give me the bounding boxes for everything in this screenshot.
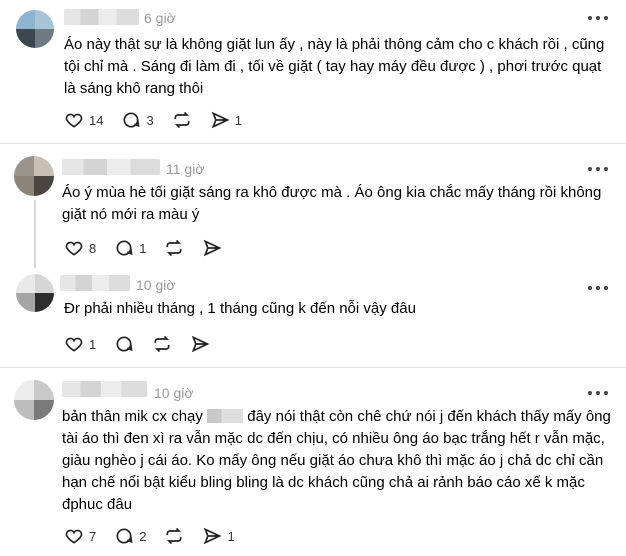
timestamp: 6 giờ [144,10,176,26]
share-count: 1 [234,112,242,128]
action-bar: 14 3 1 [64,108,260,132]
comment-text: Áo ý mùa hè tối giặt sáng ra khô được mà… [62,184,602,223]
send-icon [211,111,230,129]
timestamp: 10 giờ [154,385,194,401]
share-button[interactable] [202,238,222,258]
more-options-icon[interactable] [588,280,608,296]
send-icon [204,239,222,257]
repost-icon [166,239,182,257]
share-count: 1 [227,528,235,544]
thread-line [34,200,36,268]
like-count: 8 [89,240,97,256]
like-button[interactable]: 7 [64,526,96,546]
comment-text: Đr phải nhiều tháng , 1 tháng cũng k đến… [64,300,416,317]
repost-button[interactable] [152,334,172,354]
heart-icon [65,113,83,128]
repost-icon [166,527,182,545]
more-options-icon[interactable] [588,385,608,401]
repost-icon [174,111,190,129]
repost-button[interactable] [164,238,184,258]
heart-icon [65,241,83,256]
action-bar: 1 [64,332,228,356]
heart-icon [65,529,83,544]
reply-count: 2 [139,528,147,544]
heart-icon [65,337,83,352]
repost-button[interactable] [172,110,192,130]
like-count: 1 [89,336,97,352]
comment-icon [116,240,133,256]
action-bar: 7 2 1 [64,524,253,548]
send-icon [204,527,222,545]
avatar[interactable] [14,156,54,196]
avatar[interactable] [16,10,54,48]
username-blurred[interactable] [62,381,147,397]
repost-icon [154,335,170,353]
username-blurred[interactable] [60,275,130,291]
comment-icon [123,112,140,128]
like-button[interactable]: 1 [64,334,96,354]
share-button[interactable] [190,334,210,354]
like-button[interactable]: 8 [64,238,96,258]
more-options-icon[interactable] [588,161,608,177]
reply-button[interactable]: 3 [121,110,154,130]
avatar[interactable] [14,380,54,420]
comment-3: 10 giờ Đr phải nhiều tháng , 1 tháng cũn… [0,266,626,366]
avatar[interactable] [16,274,54,312]
divider [0,143,626,144]
comment-4: 10 giờ bản thân mik cx chạy đây nói thật… [0,370,626,556]
reply-button[interactable]: 2 [114,526,146,546]
comment-icon [116,528,133,544]
send-icon [192,335,210,353]
comment-text: bản thân mik cx chạy đây nói thật còn ch… [62,408,611,513]
share-button[interactable]: 1 [210,110,242,130]
comment-2: 11 giờ Áo ý mùa hè tối giặt sáng ra khô … [0,146,626,266]
reply-button[interactable]: 1 [114,238,146,258]
timestamp: 10 giờ [136,277,176,293]
comment-1: 6 giờ Áo này thật sự là không giặt lun ấ… [0,0,626,140]
timestamp: 11 giờ [166,161,205,177]
reply-count: 3 [146,112,154,128]
share-button[interactable]: 1 [202,526,235,546]
divider [0,367,626,368]
reply-button[interactable] [114,334,134,354]
username-blurred[interactable] [64,9,139,25]
comment-text: Áo này thật sự là không giặt lun ấy , nà… [64,36,605,97]
repost-button[interactable] [164,526,184,546]
like-count: 14 [89,112,104,128]
like-count: 7 [89,528,97,544]
censored-word [207,409,244,423]
more-options-icon[interactable] [588,10,608,26]
username-blurred[interactable] [62,159,160,175]
like-button[interactable]: 14 [64,110,103,130]
action-bar: 8 1 [64,236,240,260]
comment-icon [116,336,133,352]
reply-count: 1 [139,240,147,256]
